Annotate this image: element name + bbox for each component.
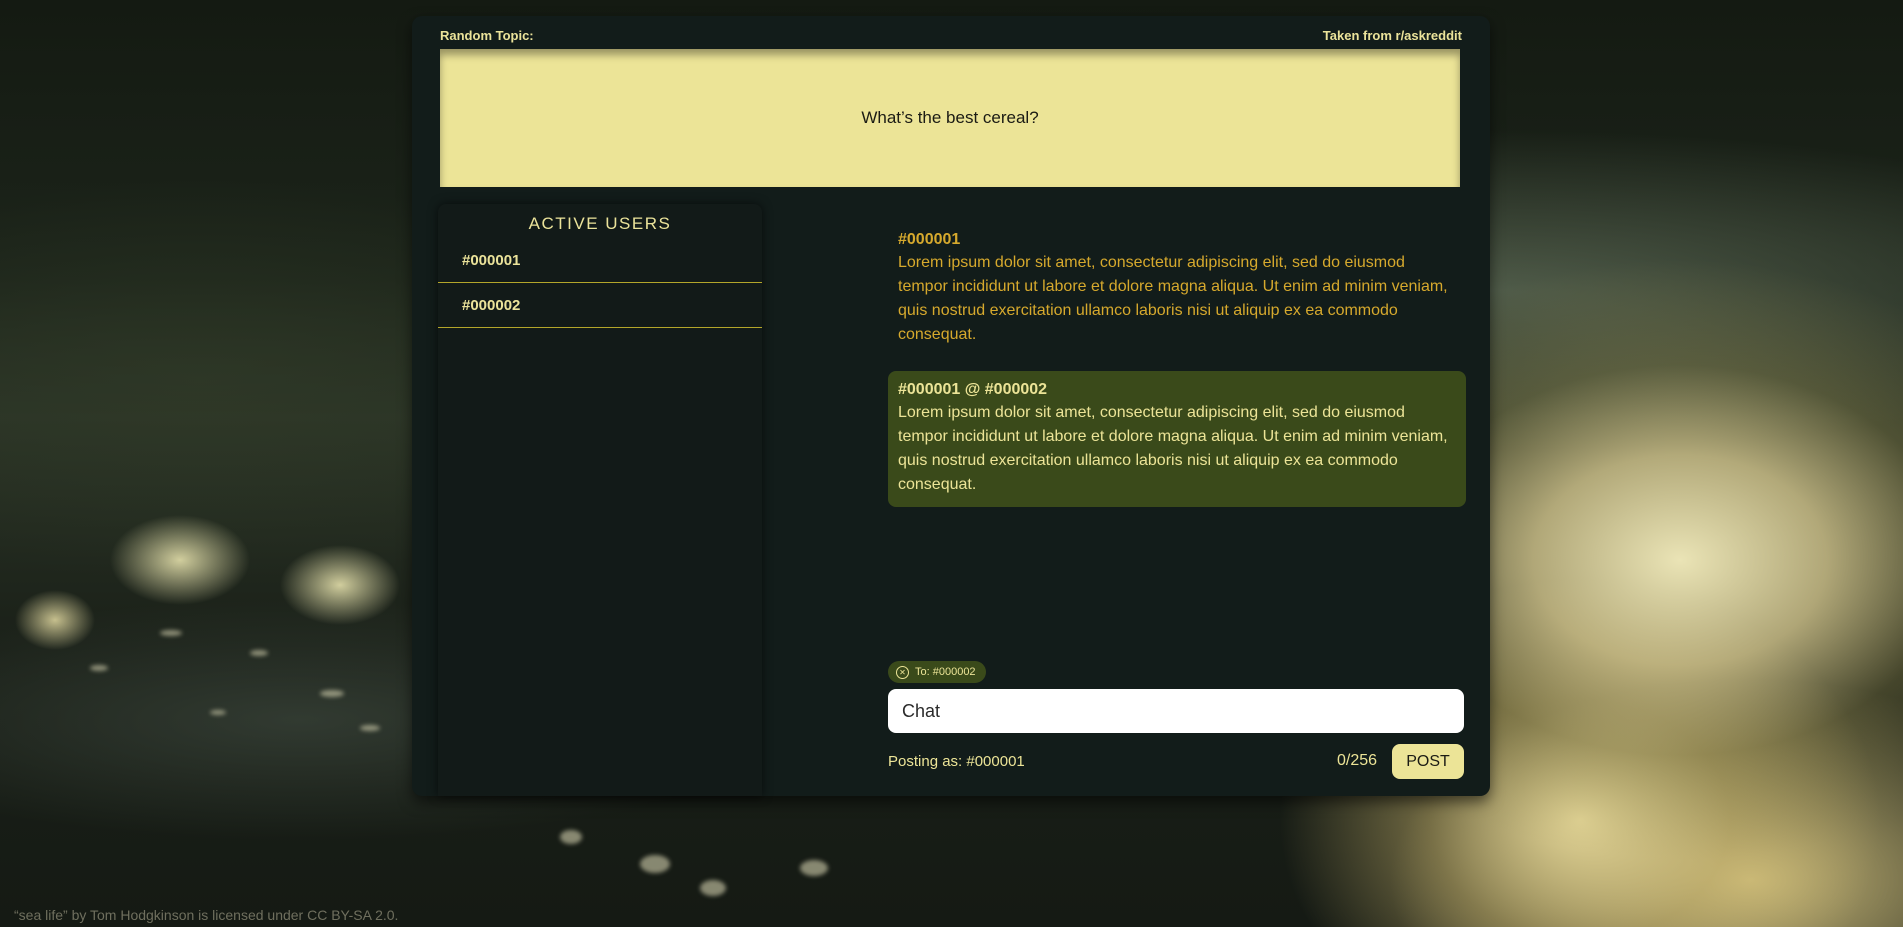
user-name: #000002	[462, 296, 521, 314]
active-users-title: ACTIVE USERS	[528, 214, 672, 233]
chat-window: Random Topic: Taken from r/askreddit Wha…	[412, 16, 1490, 796]
recipient-chip-label: To: #000002	[915, 666, 976, 678]
message-whisper: #000001 @ #000002 Lorem ipsum dolor sit …	[888, 371, 1466, 507]
post-button[interactable]: POST	[1392, 744, 1464, 779]
posting-as-label: Posting as: #000001	[888, 753, 1025, 770]
user-item[interactable]: #000001	[438, 238, 762, 283]
character-counter: 0/256	[1337, 752, 1378, 769]
chat-input[interactable]	[888, 689, 1464, 733]
image-credit: “sea life” by Tom Hodgkinson is licensed…	[14, 907, 399, 923]
recipient-chip[interactable]: ✕ To: #000002	[888, 661, 986, 683]
random-topic-label: Random Topic:	[440, 28, 534, 43]
topic-box: What’s the best cereal?	[440, 49, 1460, 187]
message-text: Lorem ipsum dolor sit amet, consectetur …	[898, 404, 1448, 493]
message-author: #000001 @ #000002	[898, 381, 1048, 398]
user-item[interactable]: #000002	[438, 283, 762, 328]
close-circle-icon[interactable]: ✕	[896, 665, 909, 679]
message-author: #000001	[898, 231, 961, 248]
topic-source-label: Taken from r/askreddit	[1322, 28, 1462, 43]
message-public: #000001 Lorem ipsum dolor sit amet, cons…	[888, 221, 1466, 357]
message-list: #000001 Lorem ipsum dolor sit amet, cons…	[888, 221, 1466, 521]
topic-header: Random Topic: Taken from r/askreddit	[440, 22, 1462, 43]
message-text: Lorem ipsum dolor sit amet, consectetur …	[898, 254, 1448, 343]
user-name: #000001	[462, 251, 521, 269]
topic-question: What’s the best cereal?	[861, 108, 1039, 127]
active-users-panel: ACTIVE USERS #000001 #000002	[438, 204, 762, 796]
